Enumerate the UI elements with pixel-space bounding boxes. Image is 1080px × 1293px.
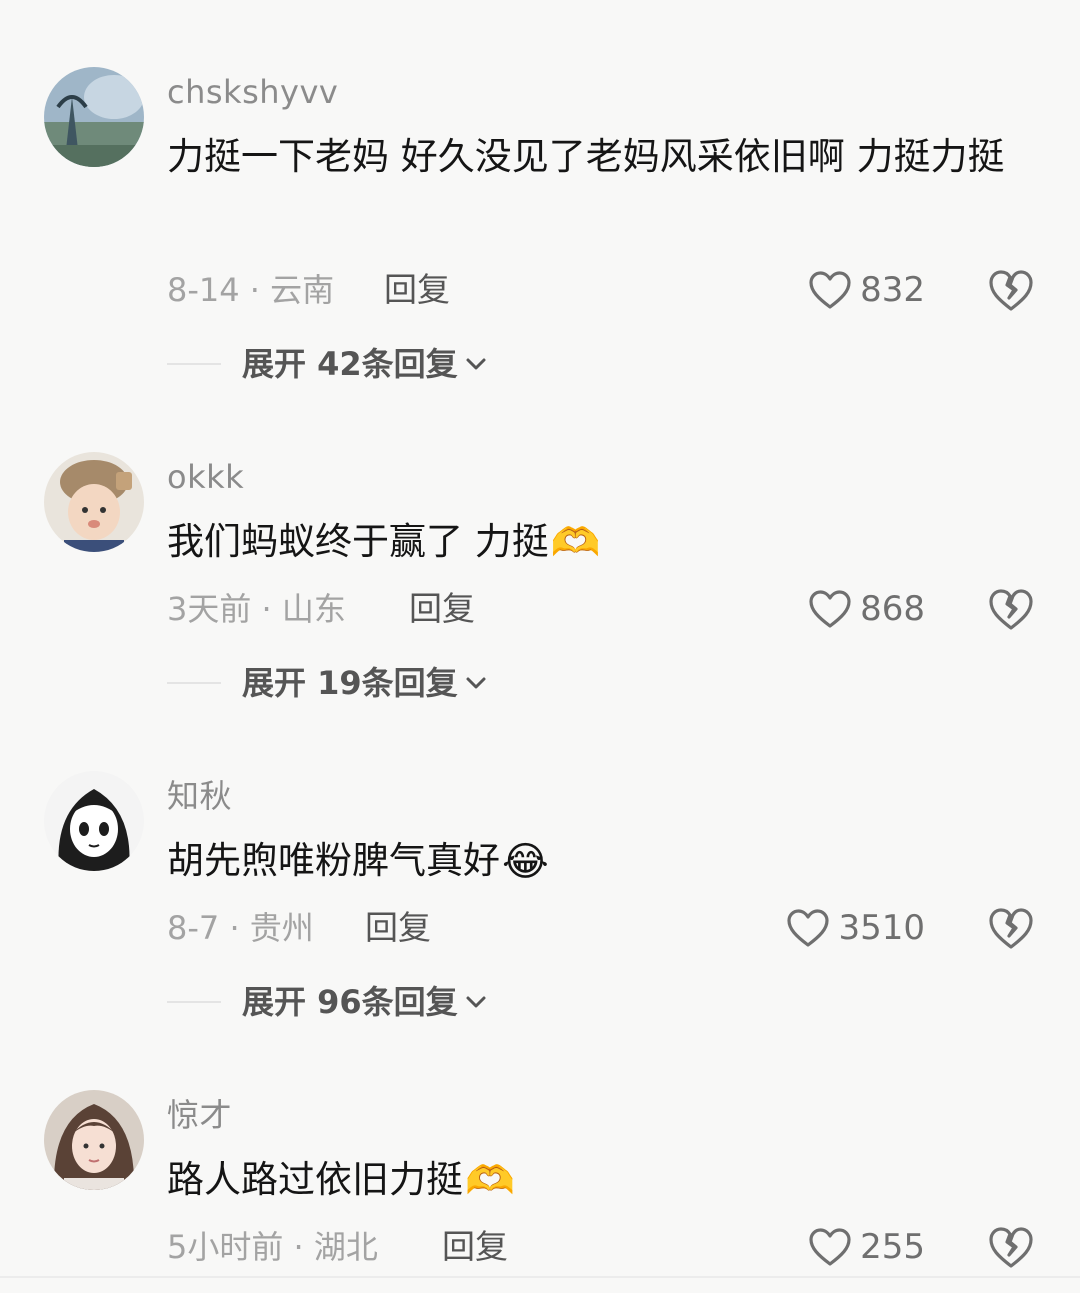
comment-text: 路人路过依旧力挺🫶 (167, 1147, 1047, 1213)
comment-text-body: 力挺一下老妈 好久没见了老妈风采依旧啊 力挺力挺 (167, 135, 1005, 178)
avatar[interactable] (44, 1090, 144, 1190)
comment-text: 力挺一下老妈 好久没见了老妈风采依旧啊 力挺力挺 (167, 124, 1047, 190)
broken-heart-icon[interactable] (987, 585, 1035, 633)
avatar[interactable] (44, 452, 144, 552)
heart-icon (809, 271, 851, 309)
comment-text: 胡先煦唯粉脾气真好😂 (167, 828, 1047, 894)
username[interactable]: 知秋 (167, 776, 232, 816)
heart-icon (809, 590, 851, 628)
like-button[interactable]: 832 (808, 268, 925, 312)
heart-icon (809, 1228, 851, 1266)
expand-replies-button[interactable]: 展开 42条回复 (167, 342, 488, 386)
like-button[interactable]: 255 (808, 1225, 925, 1269)
comment-date-location: 8-14 · 云南 (167, 271, 335, 309)
laughing-crying-face-icon: 😂 (502, 839, 549, 885)
expand-replies-button[interactable]: 展开 19条回复 (167, 661, 488, 705)
heart-icon (787, 909, 830, 947)
hugging-face-icon: 🫶 (465, 1158, 515, 1204)
like-count: 255 (860, 1227, 925, 1267)
divider-line (167, 682, 221, 684)
broken-heart-icon[interactable] (987, 1223, 1035, 1271)
like-button[interactable]: 868 (808, 587, 925, 631)
divider-line (167, 1001, 221, 1003)
comment-text-body: 胡先煦唯粉脾气真好 (167, 839, 500, 882)
chevron-down-icon (466, 677, 486, 689)
comment-date-location: 3天前 · 山东 (167, 590, 346, 628)
expand-replies-label: 展开 19条回复 (242, 664, 458, 702)
username[interactable]: 惊才 (167, 1095, 232, 1135)
chevron-down-icon (466, 996, 486, 1008)
broken-heart-icon[interactable] (987, 904, 1035, 952)
username[interactable]: chskshyvv (167, 72, 338, 112)
expand-replies-button[interactable]: 展开 96条回复 (167, 980, 488, 1024)
reply-button[interactable]: 回复 (442, 1227, 508, 1267)
comment-text: 我们蚂蚁终于赢了 力挺🫶 (167, 509, 1047, 575)
broken-heart-icon[interactable] (987, 266, 1035, 314)
reply-button[interactable]: 回复 (384, 270, 450, 310)
comment-text-body: 我们蚂蚁终于赢了 力挺 (167, 520, 549, 563)
comment-text-body: 路人路过依旧力挺 (167, 1158, 463, 1201)
expand-replies-label: 展开 42条回复 (242, 345, 458, 383)
like-count: 868 (860, 589, 925, 629)
avatar[interactable] (44, 771, 144, 871)
like-count: 3510 (838, 908, 925, 948)
reply-button[interactable]: 回复 (409, 589, 475, 629)
divider-line (167, 363, 221, 365)
bottom-divider (0, 1276, 1080, 1278)
reply-button[interactable]: 回复 (365, 908, 431, 948)
username[interactable]: okkk (167, 457, 244, 497)
like-count: 832 (860, 270, 925, 310)
comment-date-location: 8-7 · 贵州 (167, 909, 314, 947)
like-button[interactable]: 3510 (786, 906, 925, 950)
chevron-down-icon (466, 358, 486, 370)
avatar[interactable] (44, 67, 144, 167)
comment-date-location: 5小时前 · 湖北 (167, 1228, 378, 1266)
expand-replies-label: 展开 96条回复 (242, 983, 458, 1021)
hugging-face-icon: 🫶 (550, 520, 601, 566)
